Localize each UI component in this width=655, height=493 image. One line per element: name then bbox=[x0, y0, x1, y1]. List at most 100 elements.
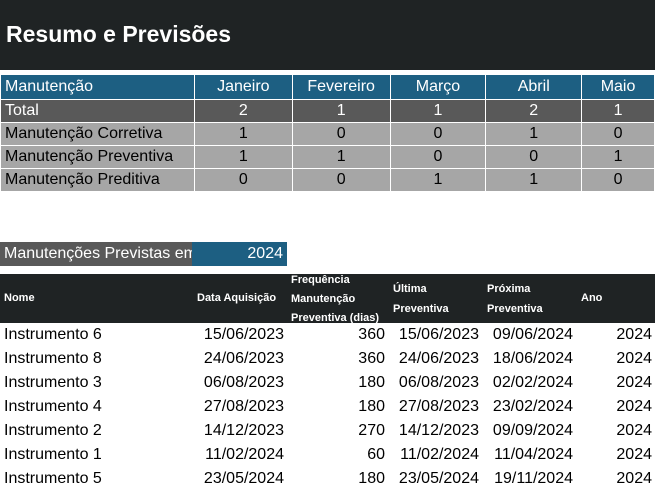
last-preventive-cell[interactable]: 06/08/2023 bbox=[388, 371, 482, 395]
next-preventive-cell[interactable]: 09/06/2024 bbox=[482, 323, 576, 347]
year-cell[interactable]: 2024 bbox=[576, 395, 655, 419]
year-cell[interactable]: 2024 bbox=[576, 443, 655, 467]
forecast-year-bar: Manutenções Previstas em 2024 bbox=[0, 242, 287, 266]
count-cell[interactable]: 1 bbox=[291, 145, 391, 169]
month-header[interactable]: Março bbox=[389, 74, 487, 100]
acquisition-date-cell[interactable]: 23/05/2024 bbox=[193, 467, 287, 491]
row-label[interactable]: Manutenção Preditiva bbox=[0, 168, 195, 192]
count-cell[interactable]: 0 bbox=[389, 145, 487, 169]
acquisition-date-cell[interactable]: 14/12/2023 bbox=[193, 419, 287, 443]
month-header[interactable]: Janeiro bbox=[193, 74, 293, 100]
forecast-table: Instrumento 6 15/06/2023 360 15/06/2023 09/0… bbox=[0, 323, 655, 491]
count-cell[interactable]: 1 bbox=[389, 99, 487, 123]
count-cell[interactable]: 1 bbox=[193, 122, 293, 146]
table-row: Instrumento 6 15/06/2023 360 15/06/2023 09/0… bbox=[0, 323, 655, 347]
col-header-year[interactable]: Ano bbox=[581, 288, 602, 308]
col-header-last-preventive[interactable]: Última Preventiva bbox=[393, 279, 449, 319]
summary-row: Manutenção Preventiva 1 1 0 0 1 bbox=[0, 145, 655, 169]
col-header-acquisition[interactable]: Data Aquisição bbox=[197, 288, 276, 308]
summary-total-row: Total 2 1 1 2 1 bbox=[0, 99, 655, 123]
next-preventive-cell[interactable]: 11/04/2024 bbox=[482, 443, 576, 467]
year-cell[interactable]: 2024 bbox=[576, 467, 655, 491]
count-cell[interactable]: 0 bbox=[485, 145, 583, 169]
frequency-cell[interactable]: 180 bbox=[287, 395, 388, 419]
count-cell[interactable]: 0 bbox=[389, 122, 487, 146]
frequency-cell[interactable]: 60 bbox=[287, 443, 388, 467]
acquisition-date-cell[interactable]: 11/02/2024 bbox=[193, 443, 287, 467]
next-preventive-cell[interactable]: 23/02/2024 bbox=[482, 395, 576, 419]
count-cell[interactable]: 0 bbox=[291, 122, 391, 146]
last-preventive-cell[interactable]: 14/12/2023 bbox=[388, 419, 482, 443]
col-header-last-line: Última bbox=[393, 283, 427, 295]
forecast-label[interactable]: Manutenções Previstas em bbox=[0, 242, 192, 266]
count-cell[interactable]: 1 bbox=[581, 99, 655, 123]
year-cell[interactable]: 2024 bbox=[576, 419, 655, 443]
month-header[interactable]: Maio bbox=[581, 74, 655, 100]
table-row: Instrumento 8 24/06/2023 360 24/06/2023 18/0… bbox=[0, 347, 655, 371]
row-label[interactable]: Manutenção Corretiva bbox=[0, 122, 195, 146]
frequency-cell[interactable]: 180 bbox=[287, 371, 388, 395]
count-cell[interactable]: 1 bbox=[389, 168, 487, 192]
col-header-frequency-line: Frequência bbox=[291, 274, 350, 286]
col-header-frequency[interactable]: Frequência Manutenção Preventiva (dias) bbox=[291, 271, 379, 328]
last-preventive-cell[interactable]: 24/06/2023 bbox=[388, 347, 482, 371]
next-preventive-cell[interactable]: 18/06/2024 bbox=[482, 347, 576, 371]
acquisition-date-cell[interactable]: 24/06/2023 bbox=[193, 347, 287, 371]
next-preventive-cell[interactable]: 02/02/2024 bbox=[482, 371, 576, 395]
col-header-frequency-line: Manutenção bbox=[291, 293, 356, 305]
table-row: Instrumento 1 11/02/2024 60 11/02/2024 11/04… bbox=[0, 443, 655, 467]
instrument-name-cell[interactable]: Instrumento 1 bbox=[0, 443, 193, 467]
last-preventive-cell[interactable]: 23/05/2024 bbox=[388, 467, 482, 491]
count-cell[interactable]: 2 bbox=[485, 99, 583, 123]
month-header[interactable]: Fevereiro bbox=[291, 74, 391, 100]
col-header-next-preventive[interactable]: Próxima Preventiva bbox=[487, 279, 543, 319]
year-cell[interactable]: 2024 bbox=[576, 323, 655, 347]
title-bar: Resumo e Previsões bbox=[0, 0, 655, 70]
page-title: Resumo e Previsões bbox=[6, 21, 232, 47]
next-preventive-cell[interactable]: 19/11/2024 bbox=[482, 467, 576, 491]
count-cell[interactable]: 1 bbox=[291, 99, 391, 123]
table-row: Instrumento 3 06/08/2023 180 06/08/2023 02/0… bbox=[0, 371, 655, 395]
instrument-name-cell[interactable]: Instrumento 2 bbox=[0, 419, 193, 443]
count-cell[interactable]: 0 bbox=[581, 168, 655, 192]
frequency-cell[interactable]: 360 bbox=[287, 347, 388, 371]
table-row: Instrumento 4 27/08/2023 180 27/08/2023 23/0… bbox=[0, 395, 655, 419]
year-cell[interactable]: 2024 bbox=[576, 371, 655, 395]
row-label[interactable]: Total bbox=[0, 99, 195, 123]
count-cell[interactable]: 1 bbox=[485, 168, 583, 192]
count-cell[interactable]: 0 bbox=[581, 122, 655, 146]
summary-table: Manutenção Janeiro Fevereiro Março Abril… bbox=[0, 74, 655, 192]
instrument-name-cell[interactable]: Instrumento 5 bbox=[0, 467, 193, 491]
count-cell[interactable]: 1 bbox=[193, 145, 293, 169]
count-cell[interactable]: 2 bbox=[193, 99, 293, 123]
instrument-name-cell[interactable]: Instrumento 4 bbox=[0, 395, 193, 419]
frequency-cell[interactable]: 270 bbox=[287, 419, 388, 443]
count-cell[interactable]: 0 bbox=[291, 168, 391, 192]
instrument-name-cell[interactable]: Instrumento 8 bbox=[0, 347, 193, 371]
col-header-next-line: Preventiva bbox=[487, 303, 543, 315]
table-row: Instrumento 2 14/12/2023 270 14/12/2023 09/0… bbox=[0, 419, 655, 443]
month-header[interactable]: Abril bbox=[485, 74, 583, 100]
acquisition-date-cell[interactable]: 06/08/2023 bbox=[193, 371, 287, 395]
row-label[interactable]: Manutenção Preventiva bbox=[0, 145, 195, 169]
summary-header-label[interactable]: Manutenção bbox=[0, 74, 195, 100]
count-cell[interactable]: 0 bbox=[193, 168, 293, 192]
summary-row: Manutenção Preditiva 0 0 1 1 0 bbox=[0, 168, 655, 192]
col-header-name[interactable]: Nome bbox=[4, 288, 35, 308]
instrument-name-cell[interactable]: Instrumento 6 bbox=[0, 323, 193, 347]
last-preventive-cell[interactable]: 11/02/2024 bbox=[388, 443, 482, 467]
summary-row: Manutenção Corretiva 1 0 0 1 0 bbox=[0, 122, 655, 146]
year-cell[interactable]: 2024 bbox=[576, 347, 655, 371]
last-preventive-cell[interactable]: 27/08/2023 bbox=[388, 395, 482, 419]
count-cell[interactable]: 1 bbox=[581, 145, 655, 169]
count-cell[interactable]: 1 bbox=[485, 122, 583, 146]
forecast-year-input[interactable]: 2024 bbox=[192, 242, 287, 266]
frequency-cell[interactable]: 360 bbox=[287, 323, 388, 347]
next-preventive-cell[interactable]: 09/09/2024 bbox=[482, 419, 576, 443]
acquisition-date-cell[interactable]: 27/08/2023 bbox=[193, 395, 287, 419]
frequency-cell[interactable]: 180 bbox=[287, 467, 388, 491]
instrument-name-cell[interactable]: Instrumento 3 bbox=[0, 371, 193, 395]
col-header-next-line: Próxima bbox=[487, 283, 531, 295]
acquisition-date-cell[interactable]: 15/06/2023 bbox=[193, 323, 287, 347]
last-preventive-cell[interactable]: 15/06/2023 bbox=[388, 323, 482, 347]
